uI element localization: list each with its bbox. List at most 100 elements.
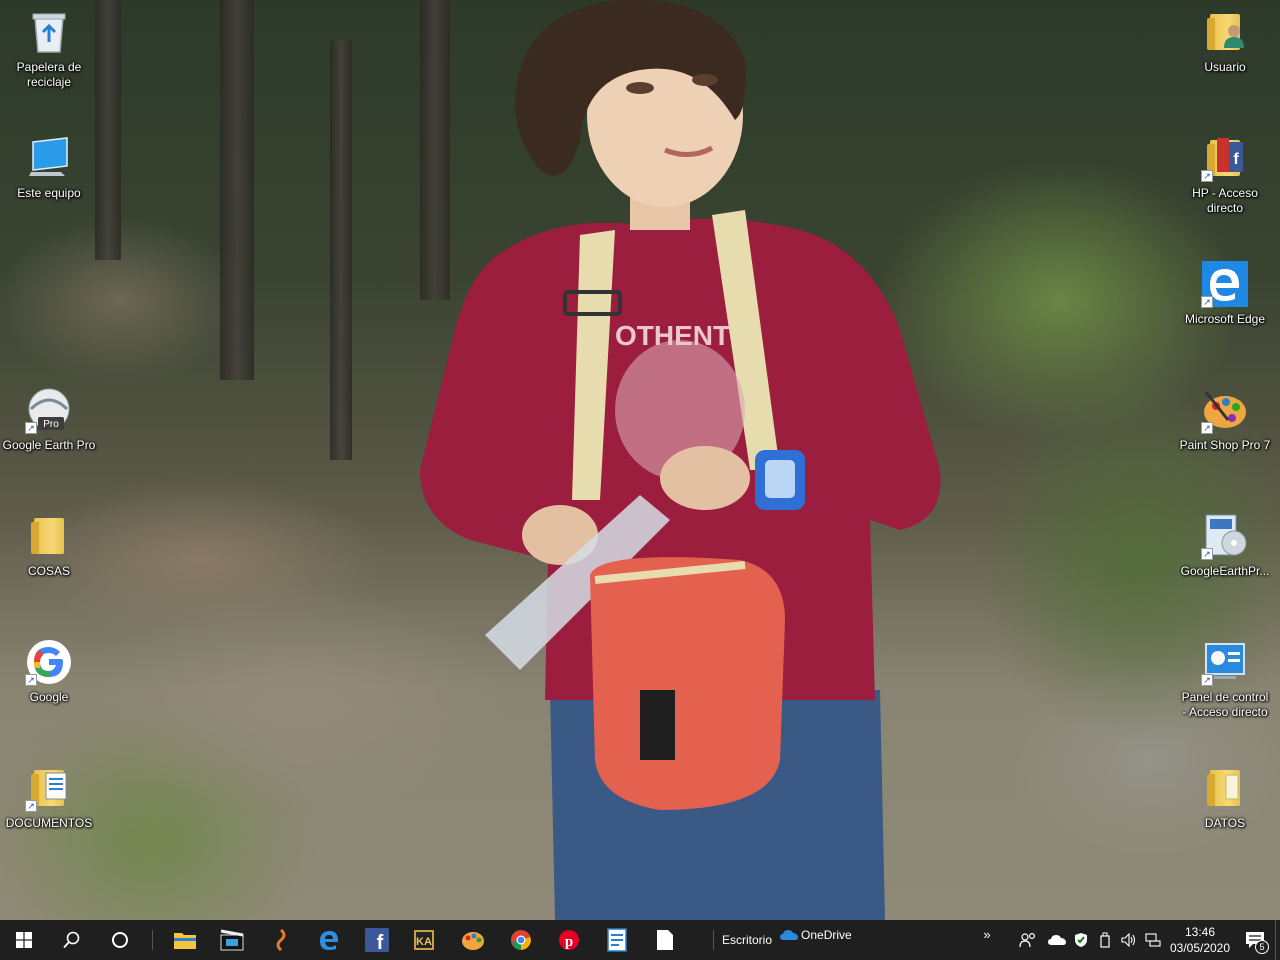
desktop-icon-documentos[interactable]: ↗ DOCUMENTOS: [1, 764, 97, 831]
desktop-icon-label: Panel de control - Acceso directo: [1181, 690, 1269, 719]
start-button[interactable]: [0, 920, 48, 960]
shortcut-arrow-icon: ↗: [25, 674, 37, 686]
edge-icon: [320, 931, 338, 950]
desktop-icon-label: Google Earth Pro: [2, 438, 96, 452]
shortcut-arrow-icon: ↗: [1201, 422, 1213, 434]
desktop-icon-control-panel[interactable]: ↗ Panel de control - Acceso directo: [1177, 638, 1273, 720]
notification-count-badge: 5: [1255, 940, 1269, 954]
installer-icon: ↗: [1201, 512, 1249, 560]
cortana-button[interactable]: [96, 920, 144, 960]
desktop-icon-recycle-bin[interactable]: Papelera de reciclaje: [1, 8, 97, 90]
paint-palette-icon: [462, 932, 484, 950]
shortcut-arrow-icon: ↗: [1201, 674, 1213, 686]
people-icon: [1019, 932, 1036, 948]
clock-date: 03/05/2020: [1169, 941, 1231, 955]
file-explorer-icon: [174, 933, 196, 949]
onedrive-cloud-icon: [1048, 935, 1066, 945]
desktop-toolbar: Escritorio OneDrive: [705, 928, 852, 950]
taskbar: f KA p Escritorio OneDrive » 13:46 03/05…: [0, 920, 1280, 960]
windows-logo-icon: [16, 932, 32, 948]
google-earth-icon: Pro ↗: [25, 386, 73, 434]
desktop-icon-label: Usuario: [1204, 60, 1246, 74]
taskbar-separator: [713, 930, 714, 950]
computer-icon: [25, 134, 73, 182]
desktop-icon-cosas[interactable]: COSAS: [1, 512, 97, 579]
blank-file-icon: [657, 930, 673, 950]
system-tray: » 13:46 03/05/2020 5: [975, 920, 1280, 960]
onedrive-cloud-icon: [780, 930, 799, 940]
desktop-icon-label: DATOS: [1204, 816, 1246, 830]
desktop-icon-this-pc[interactable]: Este equipo: [1, 134, 97, 201]
taskbar-pinterest[interactable]: p: [545, 920, 593, 960]
defender-tray-button[interactable]: [1069, 920, 1093, 960]
desktop-icon-datos[interactable]: DATOS: [1177, 764, 1273, 831]
paint-palette-icon: ↗: [1201, 386, 1249, 434]
taskbar-app-ribbon[interactable]: [257, 920, 305, 960]
escritorio-toolbar-label[interactable]: Escritorio: [722, 933, 772, 947]
taskbar-chrome[interactable]: [497, 920, 545, 960]
game-app-icon: KA: [414, 930, 434, 950]
documents-folder-icon: ↗: [25, 764, 73, 812]
taskbar-clock[interactable]: 13:46 03/05/2020: [1165, 920, 1235, 960]
desktop-icon-label: Papelera de reciclaje: [16, 60, 82, 89]
desktop-icon-microsoft-edge[interactable]: ↗ Microsoft Edge: [1177, 260, 1273, 327]
shortcut-arrow-icon: ↗: [25, 800, 37, 812]
taskbar-blank-file[interactable]: [641, 920, 689, 960]
document-icon: [607, 928, 627, 952]
network-button[interactable]: [1141, 920, 1165, 960]
taskbar-facebook[interactable]: f: [353, 920, 401, 960]
control-panel-icon: ↗: [1201, 638, 1249, 686]
desktop-icon-paint-shop-pro[interactable]: ↗ Paint Shop Pro 7: [1177, 386, 1273, 453]
desktop-icon-label: DOCUMENTOS: [5, 816, 93, 830]
google-chrome-app-icon: ↗: [25, 638, 73, 686]
ribbon-app-icon: [276, 929, 286, 951]
search-button[interactable]: [48, 920, 96, 960]
desktop-icon-googleearthpro-installer[interactable]: ↗ GoogleEarthPr...: [1177, 512, 1273, 579]
pro-badge: Pro: [43, 419, 59, 430]
taskbar-media-app[interactable]: [209, 920, 257, 960]
toolbar-chevron-button[interactable]: »: [975, 914, 999, 954]
desktop-icon-label: GoogleEarthPr...: [1180, 564, 1270, 578]
desktop-icon-label: Google: [29, 690, 69, 704]
desktop-icon-label: Microsoft Edge: [1184, 312, 1266, 326]
svg-text:f: f: [377, 932, 384, 952]
folder-icon: [1201, 764, 1249, 812]
ethernet-icon: [1145, 933, 1161, 947]
svg-text:f: f: [1233, 151, 1239, 168]
onedrive-label: OneDrive: [801, 928, 852, 942]
desktop-icon-label: Paint Shop Pro 7: [1179, 438, 1271, 452]
taskbar-paint-shop-pro[interactable]: [449, 920, 497, 960]
film-clapper-icon: [220, 929, 244, 951]
shortcut-arrow-icon: ↗: [25, 422, 37, 434]
people-button[interactable]: [1011, 920, 1045, 960]
user-folder-icon: [1201, 8, 1249, 56]
taskbar-game-app[interactable]: KA: [401, 920, 449, 960]
taskbar-edge[interactable]: [305, 920, 353, 960]
desktop-icon-label: COSAS: [27, 564, 70, 578]
desktop-icon-google[interactable]: ↗ Google: [1, 638, 97, 705]
desktop-icon-google-earth-pro[interactable]: Pro ↗ Google Earth Pro: [1, 386, 97, 453]
svg-text:OTHENT: OTHENT: [615, 320, 730, 351]
onedrive-tray-icon-button[interactable]: [1045, 920, 1069, 960]
onedrive-toolbar-item[interactable]: OneDrive: [780, 928, 852, 942]
chrome-icon: [511, 930, 531, 950]
folder-icon: [25, 512, 73, 560]
shield-icon: [1075, 933, 1087, 947]
shortcut-arrow-icon: ↗: [1201, 170, 1213, 182]
edge-icon: ↗: [1201, 260, 1249, 308]
shortcut-arrow-icon: ↗: [1201, 296, 1213, 308]
volume-button[interactable]: [1117, 920, 1141, 960]
svg-text:p: p: [565, 934, 573, 950]
svg-text:KA: KA: [416, 936, 432, 948]
desktop-icon-hp-shortcut[interactable]: f ↗ HP - Acceso directo: [1177, 134, 1273, 216]
recycle-bin-icon: [25, 8, 73, 56]
taskbar-document-app[interactable]: [593, 920, 641, 960]
taskbar-file-explorer[interactable]: [161, 920, 209, 960]
usb-device-button[interactable]: [1093, 920, 1117, 960]
desktop-icon-usuario[interactable]: Usuario: [1177, 8, 1273, 75]
show-desktop-button[interactable]: [1275, 920, 1280, 960]
search-icon: [63, 931, 80, 949]
shortcut-arrow-icon: ↗: [1201, 548, 1213, 560]
taskbar-separator: [152, 930, 153, 950]
action-center-button[interactable]: 5: [1235, 920, 1275, 960]
